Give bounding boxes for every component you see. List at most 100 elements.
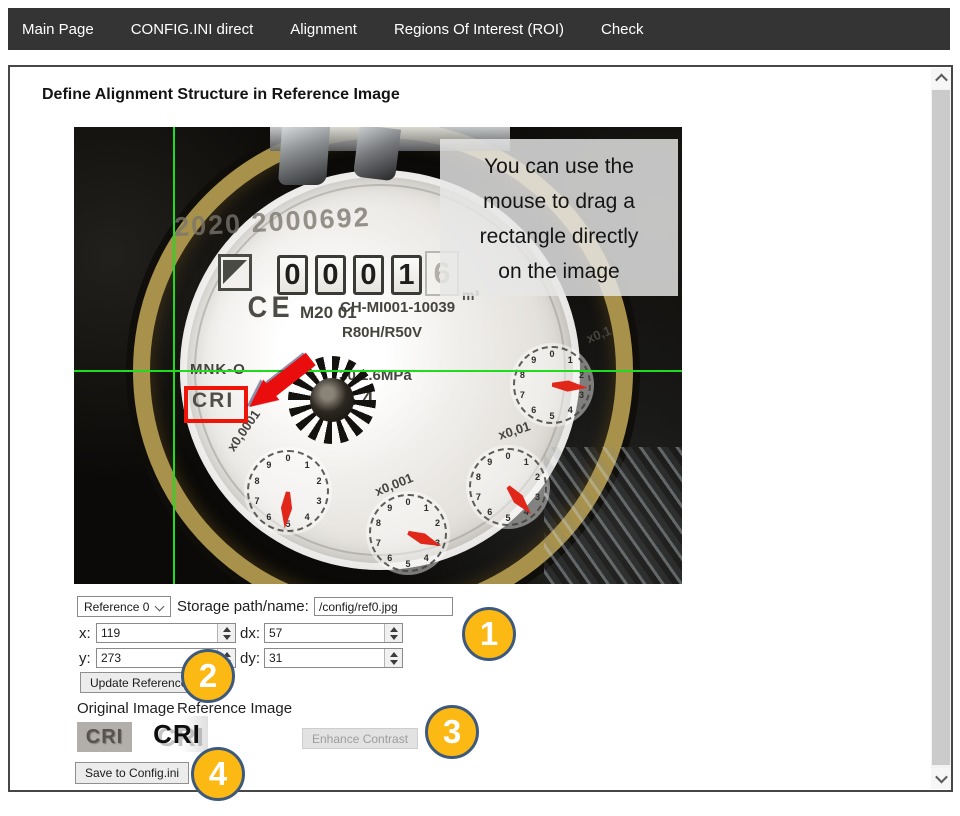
annotation-step-3: 3 bbox=[425, 705, 479, 759]
scroll-down-button[interactable] bbox=[931, 768, 951, 789]
spinner-down-icon[interactable] bbox=[390, 635, 398, 640]
dial-digit: 6 bbox=[387, 553, 392, 563]
x-input[interactable] bbox=[97, 624, 223, 642]
original-image-label: Original Image bbox=[77, 700, 175, 717]
vertical-scrollbar[interactable] bbox=[931, 68, 951, 789]
dial-digit: 8 bbox=[376, 518, 381, 528]
star-wheel-hub bbox=[310, 378, 354, 422]
dial-digit: 7 bbox=[520, 390, 525, 400]
meter-module-code: CH-MI001-10039 bbox=[340, 299, 455, 316]
dial-digit: 3 bbox=[316, 496, 321, 506]
dial-digit: 5 bbox=[549, 411, 554, 421]
dy-stepper[interactable] bbox=[264, 648, 403, 668]
reference-image-thumbnail: CRI bbox=[146, 716, 208, 752]
top-nav-bar: Main Page CONFIG.INI direct Alignment Re… bbox=[8, 8, 950, 50]
drag-hint-line: on the image bbox=[440, 254, 678, 289]
meter-clip-left bbox=[278, 127, 330, 185]
y-field-label: y: bbox=[79, 650, 91, 667]
chevron-down-icon bbox=[155, 602, 165, 612]
dial-digit: 4 bbox=[568, 405, 573, 415]
spinner-down-icon[interactable] bbox=[390, 660, 398, 665]
meter-logo-icon bbox=[218, 254, 252, 291]
storage-path-input[interactable] bbox=[314, 597, 453, 616]
original-image-thumbnail: CRI bbox=[77, 722, 132, 752]
dial-digit: 5 bbox=[405, 559, 410, 569]
dial-digit: 7 bbox=[255, 496, 260, 506]
photo-glare-streaks bbox=[544, 447, 682, 584]
ce-mark: CE bbox=[248, 291, 295, 325]
update-reference-button[interactable]: Update Reference bbox=[80, 672, 197, 693]
dial-digit: 4 bbox=[424, 553, 429, 563]
meter-dial-x0,1: 0123456789 bbox=[510, 343, 594, 427]
dial-digit: 1 bbox=[305, 460, 310, 470]
spinner-up-icon[interactable] bbox=[390, 652, 398, 657]
spinner-up-icon[interactable] bbox=[390, 627, 398, 632]
alignment-marker-rect[interactable] bbox=[184, 386, 248, 423]
dial-digit: 7 bbox=[476, 492, 481, 502]
meter-ratio-label: R80H/R50V bbox=[342, 324, 422, 341]
drag-hint-line: mouse to drag a bbox=[440, 184, 678, 219]
dial-digit: 6 bbox=[531, 405, 536, 415]
dy-input[interactable] bbox=[265, 649, 391, 667]
spinner-down-icon[interactable] bbox=[223, 635, 231, 640]
drag-hint-line: You can use the bbox=[440, 149, 678, 184]
page-title: Define Alignment Structure in Reference … bbox=[42, 86, 400, 104]
enhance-contrast-button[interactable]: Enhance Contrast bbox=[302, 728, 418, 749]
dial-digit: 1 bbox=[424, 503, 429, 513]
dial-digit: 8 bbox=[476, 472, 481, 482]
dx-field-label: dx: bbox=[240, 625, 260, 642]
dial-digit: 9 bbox=[487, 457, 492, 467]
dial-digit: 0 bbox=[505, 451, 510, 461]
dy-field-label: dy: bbox=[240, 650, 260, 667]
logo-triangle bbox=[223, 260, 247, 284]
chevron-up-icon bbox=[935, 74, 948, 87]
x-stepper[interactable] bbox=[96, 623, 236, 643]
dx-stepper[interactable] bbox=[264, 623, 403, 643]
x-field-label: x: bbox=[79, 625, 91, 642]
dial-digit: 9 bbox=[387, 503, 392, 513]
x-spinner[interactable] bbox=[217, 624, 235, 642]
dial-digit: 2 bbox=[316, 476, 321, 486]
dial-digit: 9 bbox=[531, 355, 536, 365]
counter-digit: 0 bbox=[277, 255, 308, 295]
reference-image-label: Reference Image bbox=[177, 700, 292, 717]
reference-image-canvas[interactable]: 2020 2000692 0 0 0 1 6 m³ CE M20 01 CH-M… bbox=[74, 127, 682, 584]
dial-digit: 3 bbox=[579, 390, 584, 400]
meter-dial-x0,0001: 0123456789 bbox=[244, 447, 332, 535]
nav-item-config-ini[interactable]: CONFIG.INI direct bbox=[131, 21, 254, 38]
scrollbar-thumb[interactable] bbox=[932, 90, 950, 765]
storage-path-label: Storage path/name: bbox=[177, 598, 309, 615]
meter-dial-x0,01: 0123456789 bbox=[466, 445, 550, 529]
dx-input[interactable] bbox=[265, 624, 391, 642]
spinner-up-icon[interactable] bbox=[223, 627, 231, 632]
annotation-step-1: 1 bbox=[462, 607, 516, 661]
reference-select[interactable]: Reference 0 bbox=[77, 596, 171, 617]
annotation-step-4: 4 bbox=[191, 747, 245, 801]
nav-item-roi[interactable]: Regions Of Interest (ROI) bbox=[394, 21, 564, 38]
alignment-crosshair-vertical bbox=[173, 127, 175, 584]
dx-spinner[interactable] bbox=[384, 624, 402, 642]
drag-hint-overlay: You can use the mouse to drag a rectangl… bbox=[440, 139, 678, 296]
scroll-up-button[interactable] bbox=[931, 68, 951, 89]
dy-spinner[interactable] bbox=[384, 649, 402, 667]
dial-digit: 3 bbox=[535, 492, 540, 502]
dial-digit: 1 bbox=[524, 457, 529, 467]
dial-digit: 2 bbox=[535, 472, 540, 482]
dial-digit: 9 bbox=[266, 460, 271, 470]
drag-hint-line: rectangle directly bbox=[440, 219, 678, 254]
dial-digit: 4 bbox=[305, 512, 310, 522]
counter-digit: 1 bbox=[391, 255, 422, 295]
dial-digit: 7 bbox=[376, 538, 381, 548]
nav-item-check[interactable]: Check bbox=[601, 21, 644, 38]
dial-digit: 5 bbox=[505, 513, 510, 523]
chevron-down-icon bbox=[935, 771, 948, 784]
reference-select-value: Reference 0 bbox=[84, 600, 149, 614]
dial-digit: 0 bbox=[285, 453, 290, 463]
nav-item-main-page[interactable]: Main Page bbox=[22, 21, 94, 38]
nav-item-alignment[interactable]: Alignment bbox=[290, 21, 357, 38]
save-to-config-button[interactable]: Save to Config.ini bbox=[75, 762, 189, 784]
dial-digit: 0 bbox=[405, 497, 410, 507]
dial-digit: 6 bbox=[487, 507, 492, 517]
dial-digit: 0 bbox=[549, 349, 554, 359]
dial-digit: 1 bbox=[568, 355, 573, 365]
